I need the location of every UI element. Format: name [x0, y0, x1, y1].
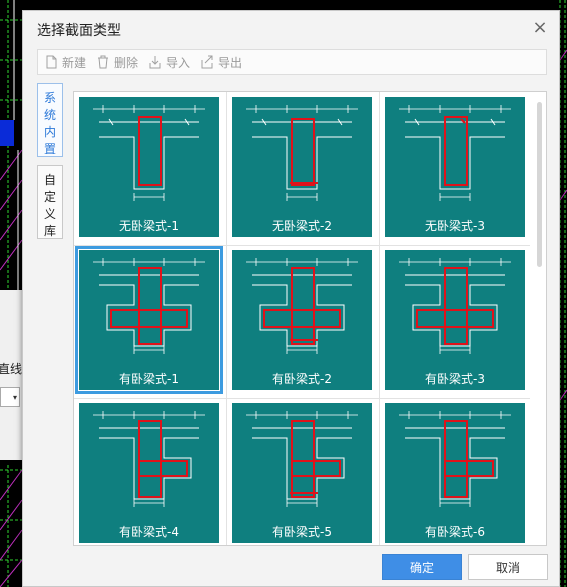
cancel-button[interactable]: 取消 — [468, 554, 548, 580]
section-option-4[interactable]: 有卧梁式-1 — [74, 245, 224, 394]
section-option-3[interactable]: 无卧梁式-3 — [380, 92, 530, 238]
section-thumbnail — [385, 250, 525, 390]
delete-button-label: 删除 — [114, 55, 139, 70]
section-thumbnail — [385, 403, 525, 543]
section-diagram — [246, 258, 358, 354]
section-option-9[interactable]: 有卧梁式-6 — [380, 398, 530, 544]
import-icon — [149, 56, 161, 69]
section-type-grid: 无卧梁式-1 无卧梁式-2 无卧梁式-3 有卧梁式-1 有卧梁式-2 有卧梁式-… — [73, 91, 547, 546]
section-option-6[interactable]: 有卧梁式-3 — [380, 245, 530, 391]
dialog-title: 选择截面类型 — [37, 23, 121, 39]
export-button-label: 导出 — [218, 55, 243, 70]
background-dropdown[interactable]: ▾ — [0, 387, 20, 407]
section-diagram — [246, 411, 358, 507]
tab-char: 定 — [43, 190, 56, 204]
section-thumbnail — [79, 97, 219, 237]
section-caption: 有卧梁式-4 — [119, 525, 179, 539]
tab-char: 义 — [43, 207, 56, 221]
section-option-8[interactable]: 有卧梁式-5 — [227, 398, 377, 544]
section-option-1[interactable]: 无卧梁式-1 — [74, 92, 224, 238]
section-thumbnail — [75, 246, 223, 394]
section-option-7[interactable]: 有卧梁式-4 — [74, 398, 224, 544]
section-diagram — [93, 411, 205, 507]
export-icon — [201, 55, 213, 69]
tab-char: 内 — [43, 125, 56, 139]
new-file-icon — [46, 55, 57, 69]
section-diagram — [246, 105, 358, 201]
section-diagram — [399, 411, 511, 507]
toolbar: 新建 删除 导入 导出 — [37, 49, 547, 75]
select-section-type-dialog: 选择截面类型 × 新建 删除 导入 导出 系 统 内 置 自 定 义 库 无卧梁… — [22, 10, 560, 587]
import-button[interactable]: 导入 — [148, 54, 190, 71]
tab-char: 置 — [43, 142, 56, 156]
close-icon[interactable]: × — [531, 19, 549, 37]
section-thumbnail — [385, 97, 525, 237]
export-button[interactable]: 导出 — [200, 54, 242, 71]
section-diagram — [93, 258, 205, 354]
section-caption: 有卧梁式-2 — [272, 372, 332, 386]
new-button[interactable]: 新建 — [44, 54, 86, 71]
trash-icon — [98, 55, 109, 69]
grid-scrollbar[interactable] — [537, 102, 542, 267]
section-caption: 有卧梁式-3 — [425, 372, 485, 386]
section-caption: 无卧梁式-1 — [119, 219, 179, 233]
section-thumbnail — [79, 403, 219, 543]
section-thumbnail — [232, 250, 372, 390]
section-caption: 有卧梁式-6 — [425, 525, 485, 539]
tab-char: 自 — [43, 173, 56, 187]
tab-char: 统 — [43, 108, 56, 122]
section-caption: 有卧梁式-5 — [272, 525, 332, 539]
tab-char: 系 — [43, 91, 56, 105]
background-line-label: 直线 — [0, 362, 23, 376]
section-caption: 无卧梁式-3 — [425, 219, 485, 233]
section-diagram — [93, 105, 205, 201]
section-diagram — [399, 258, 511, 354]
tab-char: 库 — [43, 224, 56, 238]
section-option-5[interactable]: 有卧梁式-2 — [227, 245, 377, 391]
section-thumbnail — [232, 403, 372, 543]
section-caption: 有卧梁式-1 — [119, 372, 179, 386]
section-diagram — [399, 105, 511, 201]
import-button-label: 导入 — [166, 55, 191, 70]
new-button-label: 新建 — [62, 55, 87, 70]
tab-system-builtin[interactable]: 系 统 内 置 — [37, 83, 63, 157]
section-caption: 无卧梁式-2 — [272, 219, 332, 233]
section-thumbnail — [232, 97, 372, 237]
ok-button[interactable]: 确定 — [382, 554, 462, 580]
section-option-2[interactable]: 无卧梁式-2 — [227, 92, 377, 238]
tab-custom-library[interactable]: 自 定 义 库 — [37, 165, 63, 239]
delete-button[interactable]: 删除 — [96, 54, 138, 71]
cad-blue-block — [0, 120, 14, 146]
